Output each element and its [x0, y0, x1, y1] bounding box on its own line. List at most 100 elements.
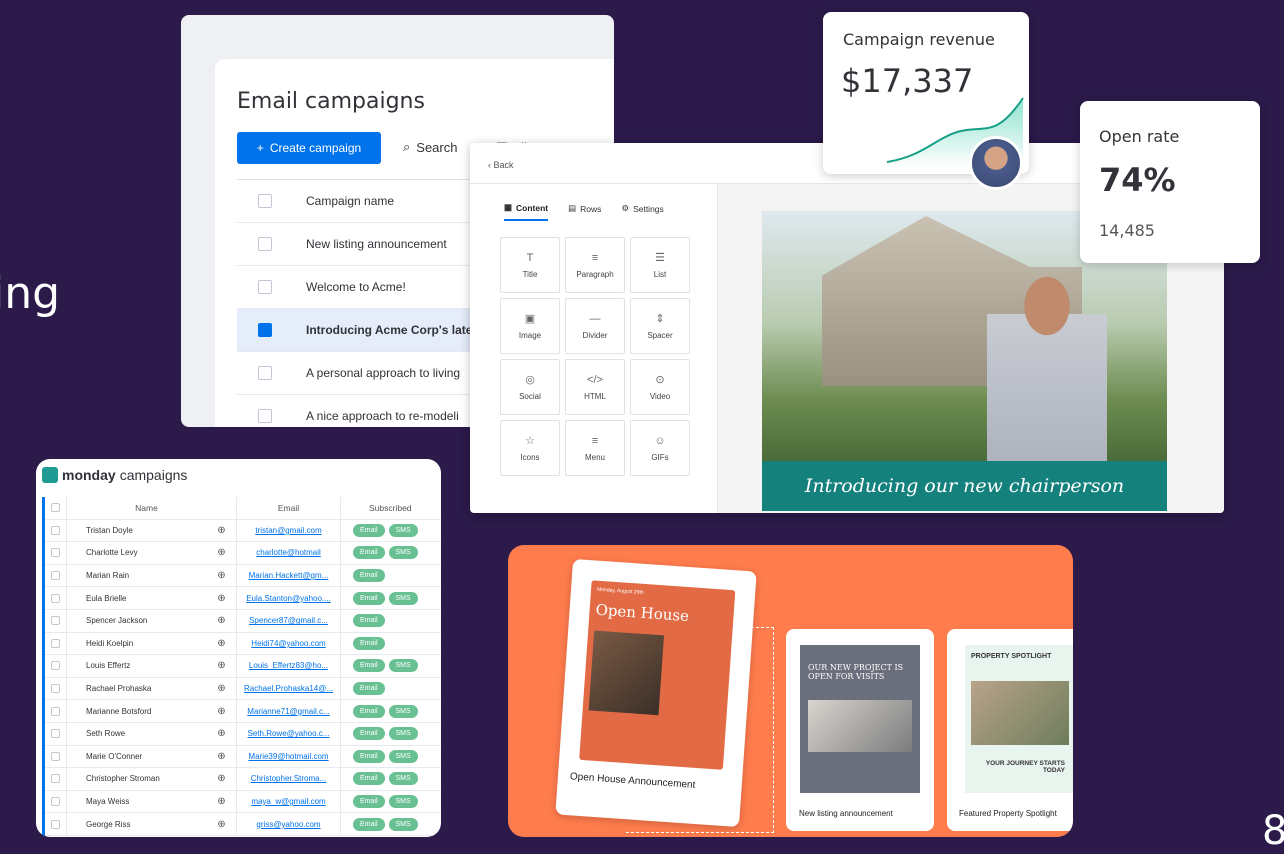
checkbox[interactable]: [51, 684, 60, 694]
table-row[interactable]: Spencer Jackson ⊕ Spencer87@gmail.c... Emai…: [45, 609, 441, 633]
subscription-pill[interactable]: SMS: [388, 749, 418, 763]
checkbox-cell[interactable]: [45, 587, 67, 609]
add-update-icon[interactable]: ⊕: [207, 790, 237, 813]
table-row[interactable]: Louis Effertz ⊕ Louis_Effertz83@ho... Email…: [45, 655, 441, 678]
add-update-icon[interactable]: ⊕: [207, 519, 237, 542]
contact-email[interactable]: Christopher.Stroma...: [237, 768, 341, 790]
subscription-pill[interactable]: Email: [353, 682, 385, 696]
checkbox[interactable]: [51, 638, 60, 648]
subscription-pill[interactable]: Email: [353, 795, 385, 809]
block-list[interactable]: ☰ List: [630, 237, 690, 293]
table-row[interactable]: Rachael Prohaska ⊕ Rachael.Prohaska14@... E…: [45, 677, 441, 701]
row-checkbox[interactable]: [258, 366, 272, 380]
checkbox-cell[interactable]: [45, 519, 67, 542]
checkbox[interactable]: [51, 503, 60, 513]
checkbox[interactable]: [51, 616, 60, 626]
template-card-new-listing[interactable]: OUR NEW PROJECT IS OPEN FOR VISITS New l…: [786, 629, 934, 831]
subscription-pill[interactable]: Email: [353, 614, 385, 628]
checkbox[interactable]: [51, 548, 60, 558]
add-update-icon[interactable]: ⊕: [207, 722, 237, 745]
subscription-pill[interactable]: Email: [353, 523, 385, 537]
checkbox-cell[interactable]: [45, 564, 67, 587]
contact-email[interactable]: Seth.Rowe@yahoo.c...: [237, 722, 341, 745]
checkbox[interactable]: [51, 819, 60, 829]
add-update-icon[interactable]: ⊕: [207, 745, 237, 768]
row-checkbox[interactable]: [258, 237, 272, 251]
hero-caption[interactable]: Introducing our new chairperson: [762, 461, 1167, 511]
contact-email[interactable]: Marie39@hotmail.com: [237, 745, 341, 768]
subscription-pill[interactable]: SMS: [388, 659, 418, 673]
checkbox-cell[interactable]: [45, 542, 67, 564]
create-campaign-button[interactable]: + Create campaign: [237, 132, 381, 164]
tab-rows[interactable]: ▤ Rows: [568, 202, 601, 221]
checkbox[interactable]: [51, 729, 60, 739]
checkbox-cell[interactable]: [45, 632, 67, 655]
checkbox[interactable]: [51, 525, 60, 535]
checkbox-cell[interactable]: [45, 745, 67, 768]
subscription-pill[interactable]: SMS: [388, 704, 418, 718]
search-button[interactable]: ⌕ Search: [403, 139, 457, 155]
checkbox-cell[interactable]: [45, 700, 67, 722]
add-update-icon[interactable]: ⊕: [207, 632, 237, 655]
add-update-icon[interactable]: ⊕: [207, 813, 237, 835]
add-update-icon[interactable]: ⊕: [207, 677, 237, 700]
checkbox[interactable]: [51, 774, 60, 784]
table-row[interactable]: Maya Weiss ⊕ maya_w@gmail.com Email SMS: [45, 790, 441, 814]
contact-email[interactable]: tristan@gmail.com: [237, 519, 341, 542]
subscription-pill[interactable]: Email: [353, 727, 385, 741]
table-row[interactable]: Christopher Stroman ⊕ Christopher.Stroma..…: [45, 768, 441, 791]
table-row[interactable]: Heidi Koelpin ⊕ Heidi74@yahoo.com Email: [45, 632, 441, 656]
contact-email[interactable]: Marianne71@gmail.c...: [237, 700, 341, 722]
subscription-pill[interactable]: Email: [353, 591, 385, 605]
row-checkbox[interactable]: [258, 280, 272, 294]
contact-email[interactable]: Heidi74@yahoo.com: [237, 632, 341, 655]
subscription-pill[interactable]: SMS: [388, 523, 418, 537]
subscription-pill[interactable]: SMS: [388, 772, 418, 786]
subscription-pill[interactable]: Email: [353, 749, 385, 763]
block-divider[interactable]: — Divider: [565, 298, 625, 354]
subscription-pill[interactable]: SMS: [388, 817, 418, 831]
add-update-icon[interactable]: ⊕: [207, 587, 237, 609]
table-row[interactable]: Eula Brielle ⊕ Eula.Stanton@yahoo.... Email…: [45, 587, 441, 610]
subscription-pill[interactable]: Email: [353, 704, 385, 718]
template-card-open-house[interactable]: Monday, August 29th Open House Open Hous…: [555, 558, 757, 828]
block-gifs[interactable]: ☺ GIFs: [630, 420, 690, 476]
subscription-pill[interactable]: Email: [353, 569, 385, 583]
block-title[interactable]: T Title: [500, 237, 560, 293]
contact-email[interactable]: maya_w@gmail.com: [237, 790, 341, 813]
row-checkbox[interactable]: [258, 409, 272, 423]
select-all-checkbox[interactable]: [258, 194, 272, 208]
block-video[interactable]: ⊙ Video: [630, 359, 690, 415]
row-checkbox-checked[interactable]: [258, 323, 272, 337]
checkbox-cell[interactable]: [45, 677, 67, 700]
add-update-icon[interactable]: ⊕: [207, 564, 237, 587]
contact-email[interactable]: Marian.Hackett@gm...: [237, 564, 341, 587]
subscription-pill[interactable]: Email: [353, 636, 385, 650]
block-social[interactable]: ◎ Social: [500, 359, 560, 415]
checkbox-cell[interactable]: [45, 655, 67, 677]
add-update-icon[interactable]: ⊕: [207, 655, 237, 677]
table-row[interactable]: Marian Rain ⊕ Marian.Hackett@gm... Email: [45, 564, 441, 588]
contact-email[interactable]: Louis_Effertz83@ho...: [237, 655, 341, 677]
table-row[interactable]: Seth Rowe ⊕ Seth.Rowe@yahoo.c... Email SMS: [45, 722, 441, 746]
table-row[interactable]: Marianne Botsford ⊕ Marianne71@gmail.c... E…: [45, 700, 441, 723]
subscription-pill[interactable]: Email: [353, 817, 385, 831]
subscription-pill[interactable]: SMS: [388, 591, 418, 605]
checkbox[interactable]: [51, 571, 60, 581]
block-menu[interactable]: ≡ Menu: [565, 420, 625, 476]
contact-email[interactable]: griss@yahoo.com: [237, 813, 341, 835]
select-all-cell[interactable]: [45, 497, 67, 519]
subscription-pill[interactable]: Email: [353, 659, 385, 673]
checkbox-cell[interactable]: [45, 790, 67, 813]
contact-email[interactable]: Rachael.Prohaska14@...: [237, 677, 341, 700]
checkbox-cell[interactable]: [45, 768, 67, 790]
checkbox-cell[interactable]: [45, 722, 67, 745]
template-card-spotlight[interactable]: PROPERTY SPOTLIGHT YOUR JOURNEY STARTS T…: [947, 629, 1073, 831]
subscription-pill[interactable]: SMS: [388, 795, 418, 809]
contact-email[interactable]: Eula.Stanton@yahoo....: [237, 587, 341, 609]
add-update-icon[interactable]: ⊕: [207, 609, 237, 632]
table-row[interactable]: Charlotte Levy ⊕ charlotte@hotmail Email SMS: [45, 542, 441, 565]
add-update-icon[interactable]: ⊕: [207, 700, 237, 722]
subscription-pill[interactable]: Email: [353, 772, 385, 786]
subscription-pill[interactable]: Email: [353, 546, 385, 560]
